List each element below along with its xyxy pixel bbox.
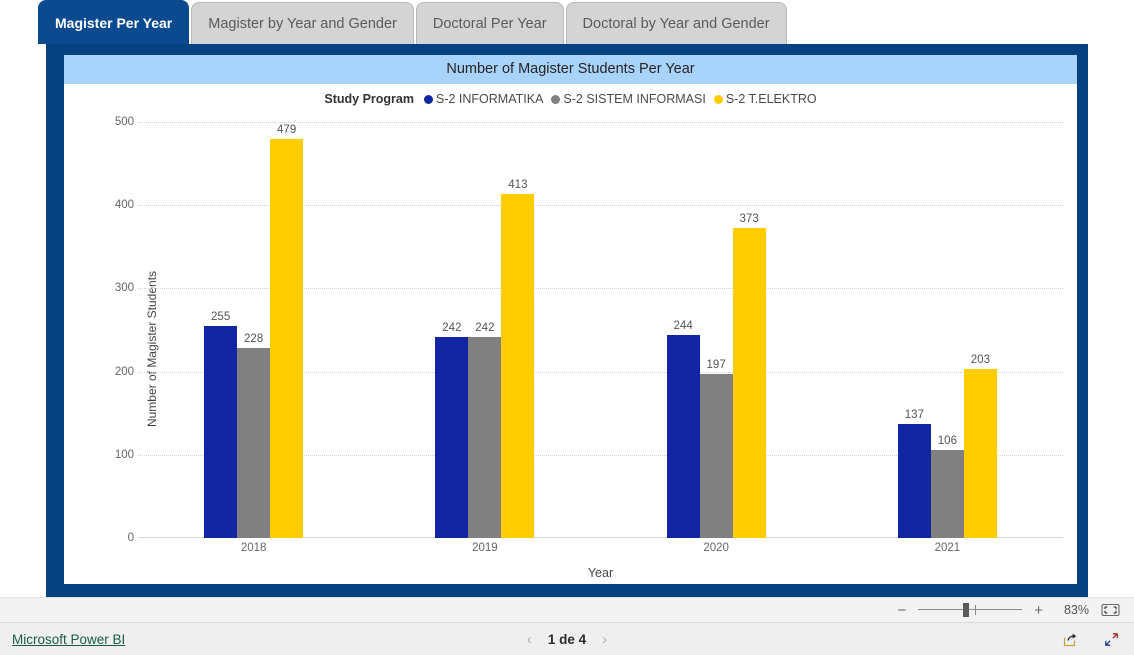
bar-value-label: 479 — [277, 124, 297, 137]
y-axis-tick-label: 300 — [114, 282, 134, 295]
bar-value-label: 255 — [211, 310, 231, 323]
microsoft-power-bi-link[interactable]: Microsoft Power BI — [12, 632, 125, 647]
bar-column[interactable]: 228 — [237, 122, 271, 538]
bar-column[interactable]: 479 — [270, 122, 304, 538]
zoom-in-button[interactable]: + — [1034, 603, 1043, 618]
bar-group: 137 106 203 — [853, 122, 1043, 538]
tab-magister-by-year-and-gender[interactable]: Magister by Year and Gender — [191, 2, 414, 44]
bar[interactable] — [963, 369, 997, 538]
zoom-slider[interactable] — [918, 603, 1023, 617]
zoom-percentage: 83% — [1063, 603, 1089, 617]
zoom-toolbar: − + 83% — [0, 597, 1134, 623]
legend-item[interactable]: S-2 T.ELEKTRO — [713, 92, 817, 106]
page-navigation: ‹ 1 de 4 › — [527, 632, 607, 647]
fullscreen-icon[interactable] — [1103, 631, 1120, 648]
bar-group: 244 197 373 — [621, 122, 811, 538]
chevron-left-icon[interactable]: ‹ — [527, 632, 532, 647]
share-icon[interactable] — [1062, 631, 1079, 648]
legend-marker-icon — [551, 94, 561, 104]
tab-doctoral-per-year[interactable]: Doctoral Per Year — [415, 2, 564, 44]
bar-group: 255 228 479 — [159, 122, 349, 538]
zoom-slider-tick — [975, 605, 977, 615]
tab-doctoral-by-year-and-gender[interactable]: Doctoral by Year and Gender — [565, 2, 787, 44]
zoom-slider-track — [918, 609, 1023, 610]
bar[interactable] — [435, 336, 469, 538]
bar-column[interactable]: 242 — [468, 122, 502, 538]
report-canvas: Number of Magister Students Per Year Stu… — [46, 44, 1088, 597]
bar-column[interactable]: 373 — [732, 122, 766, 538]
bar-value-label: 373 — [739, 212, 759, 225]
bar[interactable] — [468, 336, 502, 538]
bar-column[interactable]: 242 — [435, 122, 469, 538]
legend-marker-icon — [424, 94, 433, 104]
legend-marker-icon — [713, 94, 723, 104]
bar-value-label: 203 — [970, 354, 990, 367]
chart-legend: Study Program S-2 INFORMATIKA S-2 SISTEM … — [64, 84, 1077, 110]
bar[interactable] — [897, 424, 931, 538]
x-axis-tick-label: 2020 — [703, 542, 729, 554]
plot-inner: 0 100 200 300 400 500 255 228 479 242 242 413 244 19… — [72, 116, 1063, 544]
fit-to-page-icon[interactable] — [1101, 603, 1120, 617]
bar-chart-visual[interactable]: Number of Magister Students Per Year Stu… — [64, 55, 1077, 584]
x-axis-title: Year — [587, 566, 614, 580]
y-axis-tick-label: 400 — [114, 199, 134, 212]
bar-column[interactable]: 244 — [666, 122, 700, 538]
report-tab-strip: Magister Per Year Magister by Year and Ge… — [38, 0, 789, 44]
bar-column[interactable]: 255 — [204, 122, 238, 538]
bar-column[interactable]: 203 — [963, 122, 997, 538]
legend-label: S-2 SISTEM INFORMASI — [563, 92, 706, 106]
x-axis-ticks: 2018 2019 2020 2021 — [138, 542, 1063, 558]
bar-value-label: 242 — [442, 321, 462, 334]
bar-value-label: 242 — [475, 321, 495, 334]
y-axis-tick-label: 200 — [114, 365, 134, 378]
footer-actions — [1062, 631, 1120, 648]
bar[interactable] — [666, 335, 700, 538]
bar[interactable] — [699, 374, 733, 538]
power-bi-report-viewer: Magister Per Year Magister by Year and Ge… — [0, 0, 1134, 655]
bar[interactable] — [732, 227, 766, 538]
bar-value-label: 413 — [508, 179, 528, 192]
y-axis-tick-label: 100 — [114, 448, 134, 461]
bar-groups: 255 228 479 242 242 413 244 197 373 137 106 203 — [138, 122, 1063, 538]
bar[interactable] — [930, 449, 964, 538]
x-axis-tick-label: 2021 — [934, 542, 961, 554]
bar[interactable] — [204, 325, 238, 538]
visual-title: Number of Magister Students Per Year — [64, 55, 1077, 84]
report-footer: Microsoft Power BI ‹ 1 de 4 › — [0, 623, 1134, 655]
bar[interactable] — [501, 194, 535, 538]
legend-label: S-2 INFORMATIKA — [436, 92, 544, 106]
bar-value-label: 137 — [904, 409, 924, 422]
bar-group: 242 242 413 — [390, 122, 580, 538]
bar-value-label: 106 — [937, 434, 957, 447]
bar-value-label: 228 — [244, 333, 264, 346]
x-axis-tick-label: 2019 — [472, 542, 498, 554]
legend-item[interactable]: S-2 SISTEM INFORMASI — [551, 92, 706, 106]
bar-value-label: 197 — [706, 359, 726, 372]
legend-title: Study Program — [324, 92, 414, 106]
plot-area: Number of Magister Students 0 100 200 300 40… — [72, 114, 1063, 584]
bar-column[interactable]: 106 — [930, 122, 964, 538]
bar[interactable] — [237, 348, 271, 538]
page-indicator: 1 de 4 — [547, 631, 587, 647]
legend-item[interactable]: S-2 INFORMATIKA — [424, 92, 543, 106]
x-axis-tick-label: 2018 — [240, 542, 267, 554]
legend-label: S-2 T.ELEKTRO — [725, 92, 817, 106]
chevron-right-icon[interactable]: › — [602, 632, 607, 647]
y-axis-tick-label: 500 — [114, 116, 134, 128]
bar-column[interactable]: 413 — [501, 122, 535, 538]
bar-column[interactable]: 197 — [699, 122, 733, 538]
bar-value-label: 244 — [673, 320, 693, 332]
bar-column[interactable]: 137 — [897, 122, 931, 538]
zoom-out-button[interactable]: − — [897, 603, 906, 618]
y-axis-tick-label: 0 — [127, 532, 134, 544]
bar[interactable] — [270, 139, 304, 538]
zoom-slider-thumb[interactable] — [963, 603, 970, 617]
tab-magister-per-year[interactable]: Magister Per Year — [38, 0, 190, 44]
